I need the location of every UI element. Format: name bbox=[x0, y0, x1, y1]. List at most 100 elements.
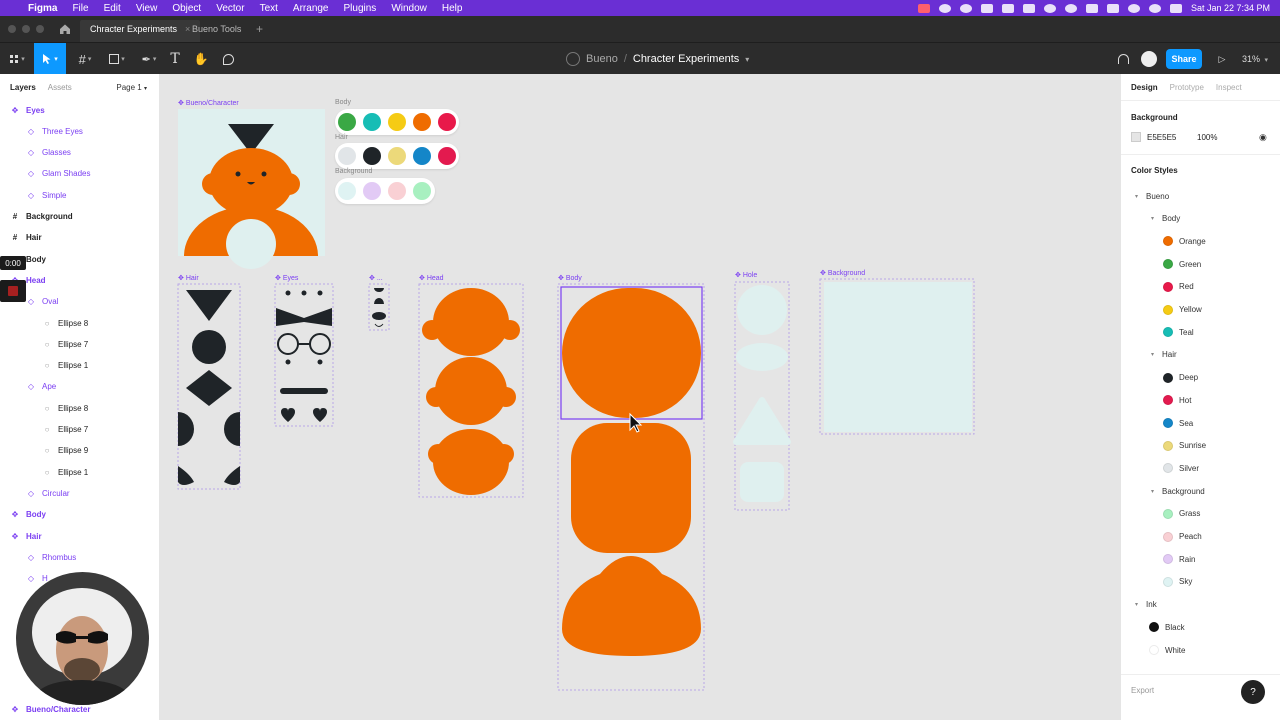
tab-inspect[interactable]: Inspect bbox=[1216, 83, 1242, 92]
glam-shades[interactable] bbox=[276, 308, 332, 326]
frame-label-hole[interactable]: ✥ Hole bbox=[735, 271, 757, 279]
hand-tool-button[interactable]: ✋ bbox=[188, 43, 214, 75]
simple-eyes-line[interactable] bbox=[280, 388, 328, 394]
head-oval[interactable] bbox=[433, 288, 509, 356]
wifi-icon[interactable] bbox=[1127, 3, 1140, 13]
search-icon[interactable] bbox=[1148, 3, 1161, 13]
swatch-hair-2[interactable] bbox=[388, 147, 406, 165]
body-rounded[interactable] bbox=[562, 288, 701, 418]
hole-ellipse[interactable] bbox=[736, 343, 788, 371]
stop-recording-button[interactable] bbox=[0, 280, 26, 302]
layer-hair[interactable]: ✥ Hair bbox=[10, 526, 42, 546]
chevron-down-icon[interactable]: ▾ bbox=[1151, 351, 1154, 358]
swatch-body-4[interactable] bbox=[438, 113, 456, 131]
color-style-deep[interactable]: Deep bbox=[1163, 368, 1198, 388]
main-menu-button[interactable]: ▾ bbox=[4, 43, 30, 75]
chevron-down-icon[interactable]: ▾ bbox=[1135, 193, 1138, 200]
comment-tool-button[interactable] bbox=[215, 43, 241, 75]
zoom-window-button[interactable] bbox=[36, 25, 44, 33]
frame-label-character[interactable]: ✥ Bueno/Character bbox=[178, 99, 239, 107]
user-avatar[interactable] bbox=[1136, 43, 1162, 75]
head-circular[interactable] bbox=[433, 429, 509, 495]
hole-square[interactable] bbox=[740, 462, 784, 502]
canvas[interactable]: ✥ Bueno/Character ✥ Hair ✥ Eyes ✥ ... ✥ … bbox=[160, 74, 1120, 720]
hole-circle[interactable] bbox=[737, 285, 787, 335]
color-style-teal[interactable]: Teal bbox=[1163, 322, 1194, 342]
menu-view[interactable]: View bbox=[136, 3, 158, 14]
layer-ellipse-1[interactable]: ○ Ellipse 1 bbox=[42, 462, 89, 482]
menu-object[interactable]: Object bbox=[172, 3, 201, 14]
export-section[interactable]: Export bbox=[1131, 686, 1154, 695]
swatch-hair-4[interactable] bbox=[438, 147, 456, 165]
pen-tool-button[interactable]: ✒ ▾ bbox=[136, 43, 162, 75]
layer-three-eyes[interactable]: ◇ Three Eyes bbox=[26, 121, 83, 141]
minimize-window-button[interactable] bbox=[22, 25, 30, 33]
color-style-white[interactable]: White bbox=[1149, 640, 1185, 660]
background-color-swatch[interactable] bbox=[1131, 132, 1141, 142]
chevron-down-icon[interactable]: ▾ bbox=[1151, 215, 1154, 222]
layer-eyes[interactable]: ✥ Eyes bbox=[10, 100, 45, 120]
layer-glasses[interactable]: ◇ Glasses bbox=[26, 143, 71, 163]
control-center-icon[interactable] bbox=[1169, 3, 1182, 13]
monitor-icon[interactable] bbox=[1085, 3, 1098, 13]
background-opacity-input[interactable]: 100% bbox=[1197, 133, 1217, 142]
hair-rhombus[interactable] bbox=[186, 370, 232, 406]
color-style-rain[interactable]: Rain bbox=[1163, 549, 1195, 569]
tab-design[interactable]: Design bbox=[1131, 83, 1158, 92]
hair-tuft-right[interactable] bbox=[224, 466, 240, 485]
menu-window[interactable]: Window bbox=[391, 3, 427, 14]
head-ape[interactable] bbox=[435, 357, 507, 425]
layer-oval[interactable]: ◇ Oval bbox=[26, 292, 59, 312]
body-bump[interactable] bbox=[562, 556, 701, 656]
color-style-hot[interactable]: Hot bbox=[1163, 390, 1191, 410]
style-group-bueno[interactable]: ▾ Bueno bbox=[1135, 186, 1169, 206]
style-group-hair[interactable]: ▾ Hair bbox=[1151, 345, 1177, 365]
layer-ellipse-9[interactable]: ○ Ellipse 9 bbox=[42, 441, 89, 461]
menu-file[interactable]: File bbox=[72, 3, 88, 14]
share-button[interactable]: Share bbox=[1166, 49, 1202, 69]
menu-arrange[interactable]: Arrange bbox=[293, 3, 329, 14]
layer-ellipse-8[interactable]: ○ Ellipse 8 bbox=[42, 398, 89, 418]
background-rect[interactable] bbox=[824, 282, 972, 432]
gear-icon[interactable] bbox=[938, 3, 951, 13]
hair-triangle[interactable] bbox=[186, 290, 232, 321]
menu-plugins[interactable]: Plugins bbox=[344, 3, 377, 14]
swatch-body-0[interactable] bbox=[338, 113, 356, 131]
close-window-button[interactable] bbox=[8, 25, 16, 33]
menu-text[interactable]: Text bbox=[260, 3, 278, 14]
color-style-black[interactable]: Black bbox=[1149, 617, 1185, 637]
layer-rhombus[interactable]: ◇ Rhombus bbox=[26, 547, 76, 567]
frame-tool-button[interactable]: # ▾ bbox=[72, 43, 98, 75]
style-group-background[interactable]: ▾ Background bbox=[1151, 481, 1205, 501]
frame-label-background[interactable]: ✥ Background bbox=[820, 269, 865, 277]
body-tall[interactable] bbox=[571, 423, 691, 553]
swatch-body-1[interactable] bbox=[363, 113, 381, 131]
color-style-orange[interactable]: Orange bbox=[1163, 231, 1206, 251]
eyes-frame[interactable] bbox=[274, 283, 334, 427]
layer-simple[interactable]: ◇ Simple bbox=[26, 185, 67, 205]
frame-label-head[interactable]: ✥ Head bbox=[419, 274, 444, 282]
color-style-red[interactable]: Red bbox=[1163, 277, 1194, 297]
tab-layers[interactable]: Layers bbox=[10, 83, 36, 92]
audio-button[interactable] bbox=[1110, 43, 1136, 75]
screen-icon[interactable] bbox=[1022, 3, 1035, 13]
team-name[interactable]: Bueno bbox=[586, 53, 618, 65]
swatch-hair-1[interactable] bbox=[363, 147, 381, 165]
color-style-yellow[interactable]: Yellow bbox=[1163, 300, 1202, 320]
move-tool-button[interactable]: ▾ bbox=[34, 43, 66, 75]
menu-vector[interactable]: Vector bbox=[216, 3, 244, 14]
layout-icon[interactable] bbox=[1001, 3, 1014, 13]
color-style-peach[interactable]: Peach bbox=[1163, 527, 1202, 547]
file-name[interactable]: Chracter Experiments bbox=[633, 53, 739, 65]
battery-icon[interactable] bbox=[1106, 3, 1119, 13]
style-group-ink[interactable]: ▾ Ink bbox=[1135, 595, 1157, 615]
layer-glam-shades[interactable]: ◇ Glam Shades bbox=[26, 164, 91, 184]
hair-half-right[interactable] bbox=[224, 412, 240, 446]
hole-triangle[interactable] bbox=[733, 397, 791, 445]
sync-icon[interactable] bbox=[1064, 3, 1077, 13]
color-style-green[interactable]: Green bbox=[1163, 254, 1201, 274]
swatch-background-2[interactable] bbox=[388, 182, 406, 200]
chevron-down-icon[interactable]: ▾ bbox=[745, 55, 749, 64]
layer-ellipse-7[interactable]: ○ Ellipse 7 bbox=[42, 334, 89, 354]
hair-circle[interactable] bbox=[192, 330, 226, 364]
